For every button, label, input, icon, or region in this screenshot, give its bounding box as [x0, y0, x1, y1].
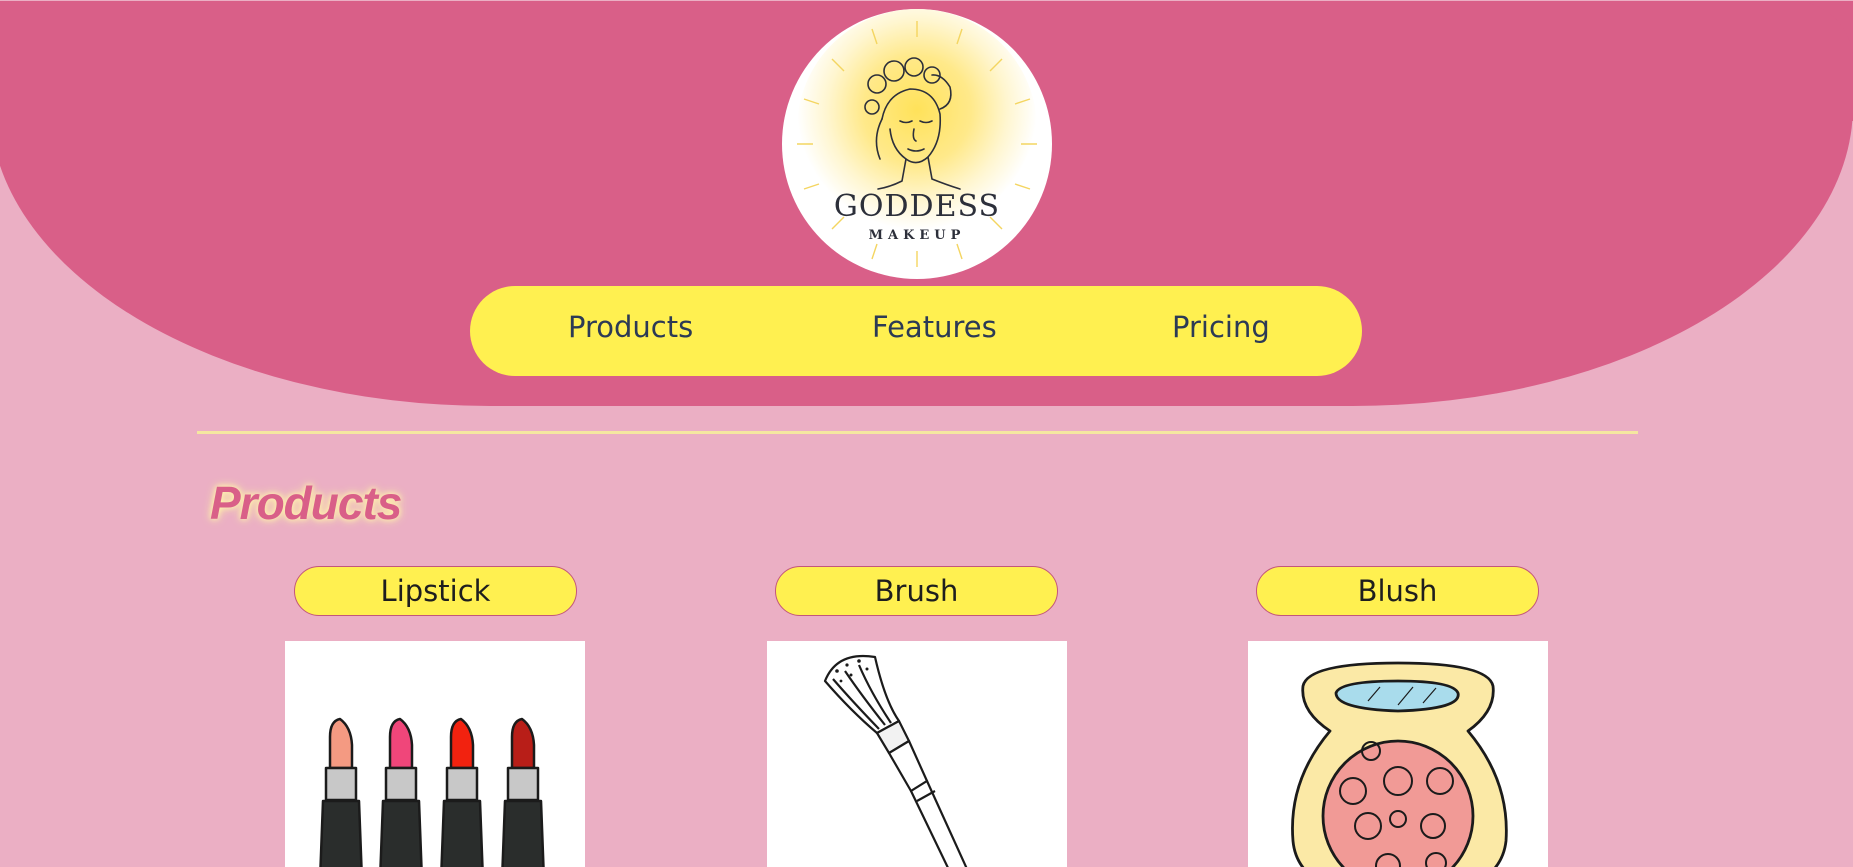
product-button-lipstick[interactable]: Lipstick: [294, 566, 577, 616]
brand-logo[interactable]: GODDESS MAKEUP: [782, 9, 1052, 279]
nav-link-features[interactable]: Features: [872, 310, 997, 344]
nav-link-pricing[interactable]: Pricing: [1172, 310, 1270, 344]
brand-tagline: MAKEUP: [868, 228, 966, 243]
section-divider: [197, 431, 1638, 434]
products-section-title: Products: [210, 477, 402, 529]
product-button-blush[interactable]: Blush: [1256, 566, 1539, 616]
product-button-brush[interactable]: Brush: [775, 566, 1058, 616]
product-image-blush[interactable]: [1248, 641, 1548, 867]
makeup-brush-icon: [823, 655, 968, 867]
nav-link-products[interactable]: Products: [568, 310, 693, 344]
product-image-brush[interactable]: [767, 641, 1067, 867]
main-nav: Products Features Pricing: [470, 286, 1362, 376]
blush-compact-icon: [1291, 661, 1508, 867]
product-image-lipstick[interactable]: [285, 641, 585, 867]
brand-name: GODDESS: [833, 189, 1001, 224]
page: GODDESS MAKEUP Products Features Pricing…: [0, 0, 1853, 867]
lipstick-icon: [319, 717, 545, 867]
